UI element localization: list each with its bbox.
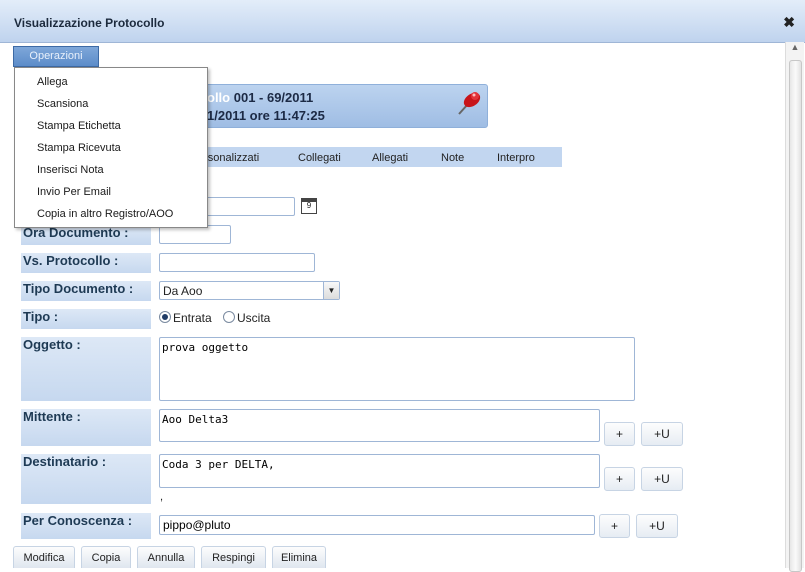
vertical-scrollbar[interactable]: ▲ xyxy=(785,42,804,572)
radio-unselected-icon[interactable] xyxy=(223,311,235,323)
protocol-label: ollo xyxy=(207,90,231,105)
menu-item-invio-email[interactable]: Invio Per Email xyxy=(37,186,111,198)
tipo-documento-label: Tipo Documento : xyxy=(21,281,151,301)
destinatario-note: , xyxy=(160,491,164,503)
mittente-add-u-button[interactable]: +U xyxy=(641,422,683,446)
protocol-date: 1/2011 ore 11:47:25 xyxy=(207,108,325,123)
annulla-button[interactable]: Annulla xyxy=(137,546,195,568)
tab-note[interactable]: Note xyxy=(441,152,464,164)
menu-item-stampa-etichetta[interactable]: Stampa Etichetta xyxy=(37,120,121,132)
destinatario-add-button[interactable]: + xyxy=(604,467,635,491)
mittente-label: Mittente : xyxy=(21,409,151,446)
tab-allegati[interactable]: Allegati xyxy=(372,152,408,164)
tab-interpro[interactable]: Interpro xyxy=(497,152,535,164)
chevron-down-icon[interactable]: ▼ xyxy=(323,282,339,299)
radio-entrata[interactable]: Entrata xyxy=(159,311,212,325)
destinatario-add-u-button[interactable]: +U xyxy=(641,467,683,491)
destinatario-label: Destinatario : xyxy=(21,454,151,504)
operations-menu: Allega Scansiona Stampa Etichetta Stampa… xyxy=(14,67,208,228)
conoscenza-add-u-button[interactable]: +U xyxy=(636,514,678,538)
oggetto-label: Oggetto : xyxy=(21,337,151,401)
menu-item-stampa-ricevuta[interactable]: Stampa Ricevuta xyxy=(37,142,121,154)
copia-button[interactable]: Copia xyxy=(81,546,131,568)
menu-item-scansiona[interactable]: Scansiona xyxy=(37,98,88,110)
elimina-button[interactable]: Elimina xyxy=(272,546,326,568)
radio-selected-icon[interactable] xyxy=(159,311,171,323)
tab-collegati[interactable]: Collegati xyxy=(298,152,341,164)
ora-documento-label: Ora Documento : xyxy=(21,225,151,245)
modifica-button[interactable]: Modifica xyxy=(13,546,75,568)
respingi-button[interactable]: Respingi xyxy=(201,546,266,568)
mittente-field[interactable]: Aoo Delta3 xyxy=(159,409,600,442)
per-conoscenza-field[interactable] xyxy=(159,515,595,535)
scrollbar-thumb[interactable] xyxy=(789,60,802,572)
per-conoscenza-label: Per Conoscenza : xyxy=(21,513,151,539)
radio-uscita[interactable]: Uscita xyxy=(223,311,270,325)
oggetto-field[interactable]: prova oggetto xyxy=(159,337,635,401)
tipo-documento-select[interactable]: Da Aoo ▼ xyxy=(159,281,340,300)
vs-protocollo-field[interactable] xyxy=(159,253,315,272)
calendar-icon[interactable]: 9 xyxy=(301,198,317,214)
scroll-up-icon[interactable]: ▲ xyxy=(786,42,804,58)
operations-button[interactable]: Operazioni xyxy=(13,46,99,67)
window-titlebar: Visualizzazione Protocollo ✖ xyxy=(0,0,805,43)
protocol-header: ollo 001 - 69/2011 1/2011 ore 11:47:25 xyxy=(190,84,488,128)
menu-item-copia-registro[interactable]: Copia in altro Registro/AOO xyxy=(37,208,173,220)
vs-protocollo-label: Vs. Protocollo : xyxy=(21,253,151,273)
tipo-label: Tipo : xyxy=(21,309,151,329)
conoscenza-add-button[interactable]: + xyxy=(599,514,630,538)
menu-item-inserisci-nota[interactable]: Inserisci Nota xyxy=(37,164,104,176)
close-icon[interactable]: ✖ xyxy=(783,14,795,31)
menu-item-allega[interactable]: Allega xyxy=(37,76,68,88)
mittente-add-button[interactable]: + xyxy=(604,422,635,446)
window-title: Visualizzazione Protocollo xyxy=(14,16,165,30)
pushpin-icon[interactable] xyxy=(456,88,484,116)
protocol-number: 001 - 69/2011 xyxy=(233,90,314,105)
tab-bar: ersonalizzati Collegati Allegati Note In… xyxy=(190,147,562,167)
destinatario-field[interactable]: Coda 3 per DELTA, xyxy=(159,454,600,488)
